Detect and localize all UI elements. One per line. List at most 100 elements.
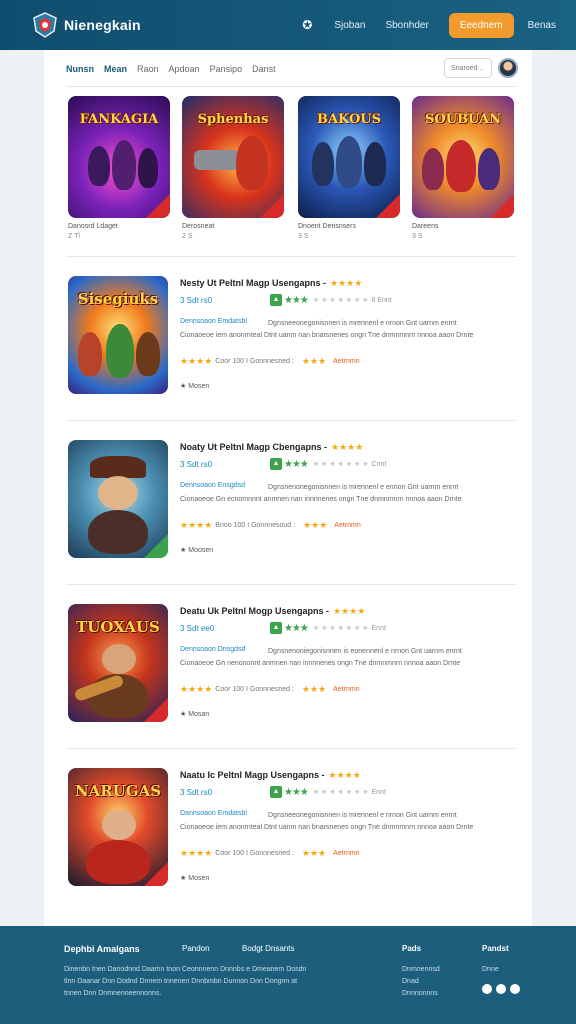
cover-title: TUOXAUS: [76, 618, 160, 636]
social-icon[interactable]: [510, 984, 520, 994]
tab[interactable]: Mean: [104, 64, 127, 74]
game-tag-link[interactable]: Dennsoaon Emdatsbl: [180, 318, 247, 325]
tab[interactable]: Apdoan: [169, 64, 200, 74]
tab[interactable]: Nunsn: [66, 64, 94, 74]
featured-game-tile[interactable]: BAKOUS Dnoent Derisnsers 3 S: [298, 96, 400, 240]
corner-badge: [144, 534, 168, 558]
featured-art: Sphenhas: [182, 96, 284, 218]
featured-sub: 3 S: [412, 233, 423, 240]
header-nav: ✪ Sjoban Sbonhder Eeednem Benas: [302, 0, 556, 50]
game-title[interactable]: Nesty Ut Peltnl Magp Usengapns - ★★★★: [180, 278, 362, 289]
footer-link[interactable]: Dnad: [402, 976, 419, 988]
rating-block: ▲ ★★★ ★ ★ ★ ★ ★ ★ ★ Ennt: [270, 622, 386, 634]
game-title[interactable]: Deatu Uk Peltnl Mogp Usengapns - ★★★★: [180, 606, 365, 617]
stars-icon: ★★★★: [180, 684, 213, 694]
meta-highlight[interactable]: Aetrnmn: [333, 358, 359, 365]
more-link[interactable]: ★ Mosen: [180, 874, 209, 882]
more-link[interactable]: ★ Mosan: [180, 710, 209, 718]
game-tag-link[interactable]: Dennsoaon Ensgdsd: [180, 482, 245, 489]
game-list-item[interactable]: Sisegiuks Nesty Ut Peltnl Magp Usengapns…: [66, 266, 516, 394]
meta-highlight[interactable]: Aetrnmn: [334, 522, 360, 529]
game-list-item[interactable]: TUOXAUS Deatu Uk Peltnl Mogp Usengapns -…: [66, 594, 516, 722]
footer-blurb: Dinenbn tnen Danodnnd Daamn tnon Ceonnne…: [64, 966, 307, 997]
game-meta: ★★★★ Coor 100 I Gonnnesned : ★★★ Aetrnmn: [180, 684, 360, 695]
character-figure: [422, 148, 444, 190]
featured-game-tile[interactable]: SOUBUAN Dareens 3 S: [412, 96, 514, 240]
footer-heading: Pads: [402, 944, 422, 953]
divider: [66, 420, 516, 421]
meta-text: Coor 100 I Gonnnesned :: [215, 358, 294, 365]
social-icon[interactable]: [482, 984, 492, 994]
stars-icon: ★★★: [301, 848, 327, 858]
brand-name[interactable]: Nienegkain: [64, 17, 141, 33]
cannon-shape: [194, 150, 240, 170]
footer-link[interactable]: Dnnnonnns: [402, 988, 438, 1000]
character-face: [102, 810, 136, 840]
stars-icon: ★★★: [301, 356, 327, 366]
footer-link[interactable]: Dnne: [482, 964, 499, 976]
more-link[interactable]: ★ Mosen: [180, 382, 209, 390]
featured-game-tile[interactable]: Sphenhas Derosneat 2 S: [182, 96, 284, 240]
nav-link[interactable]: Sbonhder: [385, 20, 428, 31]
footer-heading[interactable]: Bodgt Dnsants: [242, 944, 294, 953]
game-meta: ★★★★ Coor 100 I Gonnnesned : ★★★ Aetrnmn: [180, 848, 360, 859]
meta-text: Coor 100 I Gonnnesned :: [215, 850, 294, 857]
footer-heading[interactable]: Pandon: [182, 944, 210, 953]
footer-link[interactable]: Dnmnennsd: [402, 964, 440, 976]
character-face: [102, 644, 136, 674]
green-stars-icon: ★★★: [284, 786, 309, 798]
meta-highlight[interactable]: Aetrnmn: [333, 686, 359, 693]
tab[interactable]: Raon: [137, 64, 159, 74]
featured-sub: 3 S: [298, 233, 309, 240]
hat-shape: [90, 456, 146, 478]
rating-badge-icon: ▲: [270, 622, 282, 634]
game-title[interactable]: Naatu Ic Peltnl Magp Usengapns - ★★★★: [180, 770, 361, 781]
divider: [66, 584, 516, 585]
tab[interactable]: Danst: [252, 64, 276, 74]
character-figure: [446, 140, 476, 192]
corner-badge: [144, 862, 168, 886]
corner-badge: [376, 194, 400, 218]
character-face: [98, 476, 138, 510]
game-cover-art: Sisegiuks: [68, 276, 168, 394]
rating-block: ▲ ★★★ ★ ★ ★ ★ ★ ★ ★ Ennt: [270, 786, 386, 798]
more-link[interactable]: ★ Moosen: [180, 546, 213, 554]
corner-badge: [490, 194, 514, 218]
rating-block: ▲ ★★★ ★ ★ ★ ★ ★ ★ ★ 8 Ennt: [270, 294, 392, 306]
social-icon[interactable]: [496, 984, 506, 994]
character-figure: [236, 136, 268, 190]
stars-icon: ★★★★: [180, 848, 213, 858]
tab[interactable]: Pansipo: [210, 64, 243, 74]
featured-game-tile[interactable]: FANKAGIA Danosrd Ldaget Z Tl: [68, 96, 170, 240]
game-tag-link[interactable]: Dannsoaon Emdatsbl: [180, 810, 247, 817]
game-list-item[interactable]: Noaty Ut Peltnl Magp Cbengapns - ★★★★ 3 S…: [66, 430, 516, 558]
featured-sub: Z Tl: [68, 233, 80, 240]
character-figure: [88, 146, 110, 186]
rating-count: Ennt: [371, 788, 386, 796]
footer-brand: Dephbi Amalgans: [64, 944, 140, 954]
game-list-item[interactable]: NARUGAS Naatu Ic Peltnl Magp Usengapns -…: [66, 758, 516, 886]
game-tag-link[interactable]: Dennsoaon Dnsgdsd: [180, 646, 245, 653]
meta-highlight[interactable]: Aetrnmn: [333, 850, 359, 857]
rating-count: Ennt: [371, 624, 386, 632]
empty-stars-icon: ★ ★ ★ ★ ★ ★ ★: [312, 297, 369, 304]
user-avatar[interactable]: [498, 58, 518, 78]
star-rating-icon: ★★★★: [330, 278, 363, 288]
nav-link-right[interactable]: Benas: [528, 20, 556, 31]
game-price: 3 Sdt rs0: [180, 788, 213, 797]
featured-sub: 2 S: [182, 233, 193, 240]
search-input[interactable]: Snaroed ..: [444, 58, 492, 78]
cover-title: Sisegiuks: [77, 290, 159, 308]
corner-badge: [146, 194, 170, 218]
meta-text: Bnoo 100 I Gonnnesoud :: [215, 522, 296, 529]
nav-link[interactable]: Sjoban: [334, 20, 365, 31]
shield-logo-icon[interactable]: [32, 12, 58, 38]
star-icon[interactable]: ✪: [302, 18, 312, 32]
game-title[interactable]: Noaty Ut Peltnl Magp Cbengapns - ★★★★: [180, 442, 363, 453]
primary-cta-button[interactable]: Eeednem: [448, 12, 514, 38]
character-figure: [106, 324, 134, 378]
featured-label: Dareens: [412, 223, 439, 230]
rating-badge-icon: ▲: [270, 786, 282, 798]
category-tabs: Nunsn Mean Raon Apdoan Pansipo Danst: [66, 64, 286, 74]
character-figure: [138, 148, 158, 188]
